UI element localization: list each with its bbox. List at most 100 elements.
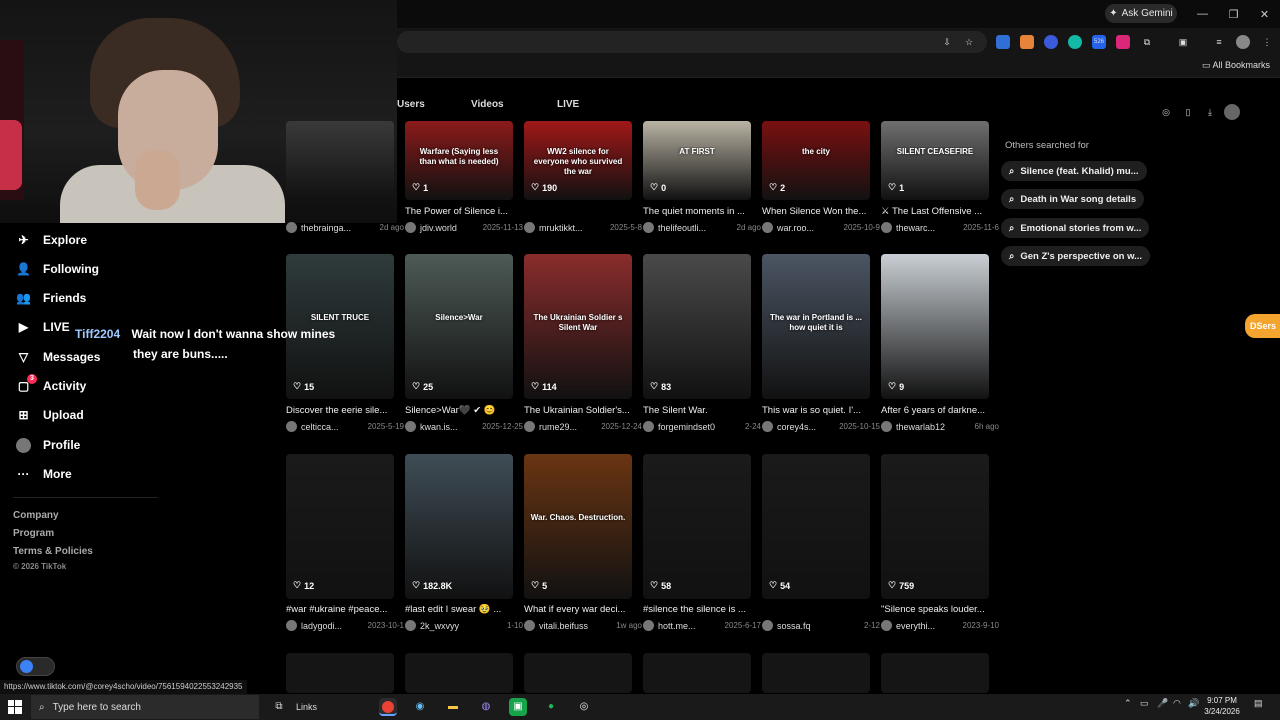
video-author-row[interactable]: thewarc... 2025-11-6 xyxy=(881,222,999,233)
video-author-row[interactable]: corey4s... 2025-10-15 xyxy=(762,421,880,432)
video-author-row[interactable]: hott.me... 2025-6-17 xyxy=(643,620,761,631)
video-thumbnail[interactable] xyxy=(762,454,870,599)
video-caption[interactable]: After 6 years of darkne... xyxy=(881,405,999,416)
microphone-tray-icon[interactable]: 🎤 xyxy=(1157,698,1168,709)
video-author-row[interactable]: rume29... 2025-12-24 xyxy=(524,421,642,432)
video-thumbnail[interactable]: Silence>War xyxy=(405,254,513,399)
sidebar-item-profile[interactable]: Profile xyxy=(16,434,80,456)
dsers-extension-tab[interactable]: DSers xyxy=(1245,314,1280,338)
video-thumbnail[interactable]: The war in Portland is ... how quiet it … xyxy=(762,254,870,399)
windows-start-icon[interactable] xyxy=(8,700,22,714)
video-author-row[interactable]: thebrainga... 2d ago xyxy=(286,222,404,233)
video-thumbnail[interactable] xyxy=(643,254,751,399)
device-icon[interactable]: ▯ xyxy=(1180,104,1196,120)
video-caption[interactable]: The Silent War. xyxy=(643,405,761,416)
task-view-icon[interactable]: ⧉ xyxy=(270,698,288,716)
obs-icon[interactable]: ◍ xyxy=(477,698,495,716)
extension-icon[interactable] xyxy=(1020,35,1034,49)
video-caption[interactable]: When Silence Won the... xyxy=(762,206,880,217)
video-thumbnail[interactable] xyxy=(405,454,513,599)
video-thumbnail[interactable]: The Ukrainian Soldier s Silent War xyxy=(524,254,632,399)
video-caption[interactable]: "Silence speaks louder... xyxy=(881,604,999,615)
puzzle-icon[interactable]: ⧉ xyxy=(1140,35,1154,49)
wifi-icon[interactable]: ◠ xyxy=(1173,698,1181,709)
app-icon[interactable]: ▣ xyxy=(509,698,527,716)
video-caption[interactable]: What if every war deci... xyxy=(524,604,642,615)
related-search-pill[interactable]: ⌕ Death in War song details xyxy=(1001,189,1145,209)
video-caption[interactable]: Silence>War🖤 ✔ 😊 xyxy=(405,405,523,416)
video-thumbnail[interactable] xyxy=(286,454,394,599)
extension-icon[interactable] xyxy=(1068,35,1082,49)
video-author-row[interactable]: war.roo... 2025-10-9 xyxy=(762,222,880,233)
video-caption[interactable]: #silence the silence is ... xyxy=(643,604,761,615)
video-caption[interactable]: The Ukrainian Soldier's... xyxy=(524,405,642,416)
profile-avatar-icon[interactable] xyxy=(1236,35,1250,49)
video-author-row[interactable]: everythi... 2023-9-10 xyxy=(881,620,999,631)
video-author-row[interactable]: kwan.is... 2025-12-25 xyxy=(405,421,523,432)
video-author-row[interactable]: ladygodi... 2023-10-1 xyxy=(286,620,404,631)
video-author-row[interactable]: thewarlab12 6h ago xyxy=(881,421,999,432)
sidebar-item-explore[interactable]: ✈ Explore xyxy=(16,229,87,251)
sidebar-item-messages[interactable]: ▽ Messages xyxy=(16,346,101,368)
video-author-row[interactable]: mruktikkt... 2025-5-8 xyxy=(524,222,642,233)
chrome-alt-icon[interactable]: ◎ xyxy=(575,698,593,716)
tab-users[interactable]: Users xyxy=(397,99,425,110)
all-bookmarks-button[interactable]: ▭ All Bookmarks xyxy=(1202,60,1270,71)
video-caption[interactable]: ⚔ The Last Offensive ... xyxy=(881,206,999,217)
taskbar-search-input[interactable]: ⌕ Type here to search xyxy=(31,695,259,719)
links-toolbar[interactable]: Links xyxy=(296,702,317,712)
menu-lines-icon[interactable]: ≡ xyxy=(1212,35,1226,49)
extension-icon[interactable] xyxy=(1116,35,1130,49)
video-thumbnail-placeholder[interactable] xyxy=(524,653,632,693)
video-author-row[interactable]: forgemindset0 2-24 xyxy=(643,421,761,432)
video-thumbnail-placeholder[interactable] xyxy=(643,653,751,693)
video-caption[interactable]: This war is so quiet. I'... xyxy=(762,405,880,416)
extension-icon[interactable] xyxy=(996,35,1010,49)
related-search-pill[interactable]: ⌕ Gen Z's perspective on w... xyxy=(1001,246,1151,266)
install-icon[interactable]: ⇩ xyxy=(940,35,954,49)
video-author-row[interactable]: sossa.fq 2-12 xyxy=(762,620,880,631)
video-thumbnail-placeholder[interactable] xyxy=(881,653,989,693)
download-icon[interactable]: ⤓ xyxy=(1202,104,1218,120)
video-author-row[interactable]: jdiv.world 2025-11-13 xyxy=(405,222,523,233)
related-search-pill[interactable]: ⌕ Emotional stories from w... xyxy=(1001,218,1150,238)
sidebar-item-friends[interactable]: 👥 Friends xyxy=(16,287,86,309)
sidebar-item-more[interactable]: ··· More xyxy=(16,463,72,485)
tab-videos[interactable]: Videos xyxy=(471,99,504,110)
taskbar-clock[interactable]: 9:07 PM 3/24/2026 xyxy=(1198,695,1246,717)
bookmark-star-icon[interactable]: ☆ xyxy=(962,35,976,49)
tray-icon[interactable]: ▭ xyxy=(1140,698,1149,709)
close-icon[interactable]: ✕ xyxy=(1249,0,1280,28)
video-caption[interactable]: Discover the eerie sile... xyxy=(286,405,404,416)
video-thumbnail-placeholder[interactable] xyxy=(286,653,394,693)
video-thumbnail[interactable] xyxy=(881,454,989,599)
video-caption[interactable]: #war #ukraine #peace... xyxy=(286,604,404,615)
minimize-icon[interactable]: — xyxy=(1187,0,1218,28)
tab-live[interactable]: LIVE xyxy=(557,99,579,110)
video-author-row[interactable]: 2k_wxvyy 1-10 xyxy=(405,620,523,631)
video-caption[interactable]: The quiet moments in ... xyxy=(643,206,761,217)
notifications-icon[interactable]: ▤ xyxy=(1254,698,1263,709)
video-caption[interactable]: The Power of Silence i... xyxy=(405,206,523,217)
footer-program-link[interactable]: Program xyxy=(13,528,54,539)
sidebar-item-upload[interactable]: ⊞ Upload xyxy=(16,404,83,426)
video-author-row[interactable]: vitali.beifuss 1w ago xyxy=(524,620,642,631)
video-thumbnail[interactable] xyxy=(881,254,989,399)
kebab-menu-icon[interactable]: ⋮ xyxy=(1260,35,1274,49)
extension-badge-icon[interactable]: 526 xyxy=(1092,35,1106,49)
sidepanel-icon[interactable]: ▣ xyxy=(1176,35,1190,49)
ask-gemini-button[interactable]: ✦ Ask Gemini xyxy=(1105,4,1177,23)
footer-terms-link[interactable]: Terms & Policies xyxy=(13,546,93,557)
video-author-row[interactable]: celticca... 2025-5-19 xyxy=(286,421,404,432)
video-thumbnail-placeholder[interactable] xyxy=(405,653,513,693)
coins-icon[interactable]: ◎ xyxy=(1158,104,1174,120)
video-author-row[interactable]: thelifeoutli... 2d ago xyxy=(643,222,761,233)
restore-icon[interactable]: ❐ xyxy=(1218,0,1249,28)
tray-chevron-icon[interactable]: ⌃ xyxy=(1124,698,1132,709)
video-thumbnail[interactable] xyxy=(286,121,394,200)
chrome-icon[interactable] xyxy=(379,698,397,716)
related-search-pill[interactable]: ⌕ Silence (feat. Khalid) mu... xyxy=(1001,161,1147,181)
video-caption[interactable]: #last edit I swear 🥹 ... xyxy=(405,604,523,615)
sidebar-item-following[interactable]: 👤 Following xyxy=(16,258,99,280)
sidebar-item-activity[interactable]: ▢ 3 Activity xyxy=(16,373,86,397)
